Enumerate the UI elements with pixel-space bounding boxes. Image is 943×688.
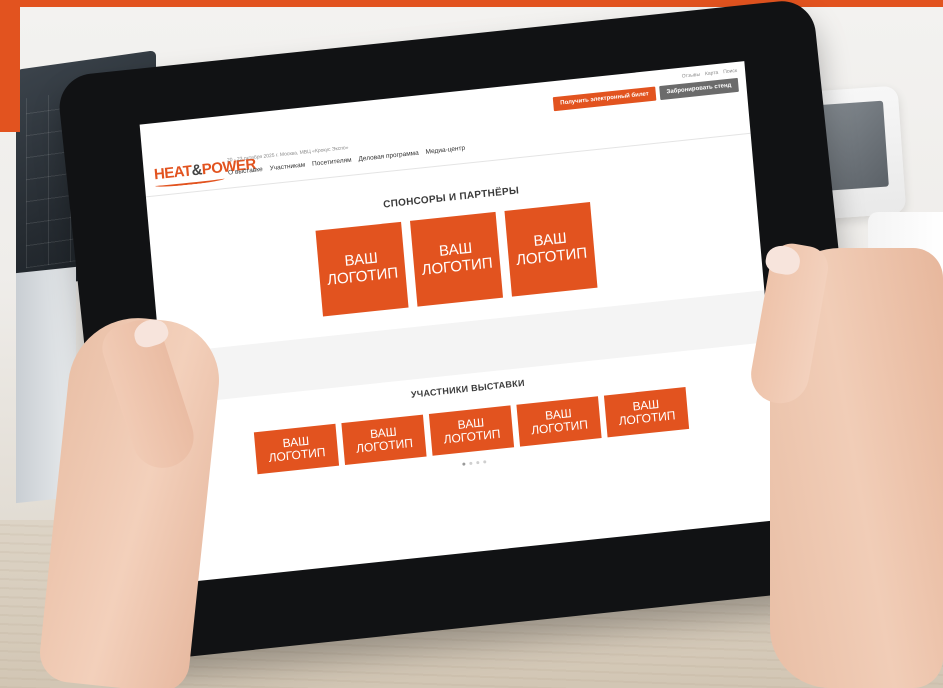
utility-link-map[interactable]: Карта: [705, 70, 719, 77]
exhibitor-logo-tile[interactable]: ВАШ ЛОГОТИП: [253, 423, 340, 475]
pager-dot[interactable]: [483, 460, 487, 464]
pager-dot[interactable]: [469, 461, 473, 466]
nav-exhibitors[interactable]: Участникам: [269, 162, 305, 173]
pager-dot[interactable]: [476, 460, 480, 465]
get-ticket-button[interactable]: Получить электронный билет: [552, 86, 657, 112]
exhibitor-logo-tile[interactable]: ВАШ ЛОГОТИП: [603, 386, 690, 438]
exhibitor-logo-tile[interactable]: ВАШ ЛОГОТИП: [428, 405, 515, 456]
sponsor-logo-tile[interactable]: ВАШ ЛОГОТИП: [504, 201, 598, 297]
book-stand-button[interactable]: Забронировать стенд: [659, 77, 739, 101]
sponsor-logo-tile[interactable]: ВАШ ЛОГОТИП: [315, 221, 409, 317]
nav-visitors[interactable]: Посетителям: [312, 157, 352, 168]
nav-business-program[interactable]: Деловая программа: [358, 150, 419, 163]
utility-link-search[interactable]: Поиск: [723, 68, 737, 75]
top-accent-bar: [0, 0, 943, 7]
cta-row: Получить электронный билет Забронировать…: [552, 77, 739, 112]
exhibitor-logo-tile[interactable]: ВАШ ЛОГОТИП: [341, 414, 427, 466]
exhibitor-logo-tile[interactable]: ВАШ ЛОГОТИП: [516, 396, 602, 447]
utility-link-reviews[interactable]: Отзывы: [682, 72, 701, 80]
sponsor-logo-tile[interactable]: ВАШ ЛОГОТИП: [409, 211, 504, 307]
left-accent-tab: [0, 0, 20, 132]
tablet-screen: Отзывы Карта Поиск Получить электронный …: [139, 61, 785, 583]
nav-media-center[interactable]: Медиа-центр: [425, 145, 465, 156]
pager-dot[interactable]: [462, 462, 466, 466]
